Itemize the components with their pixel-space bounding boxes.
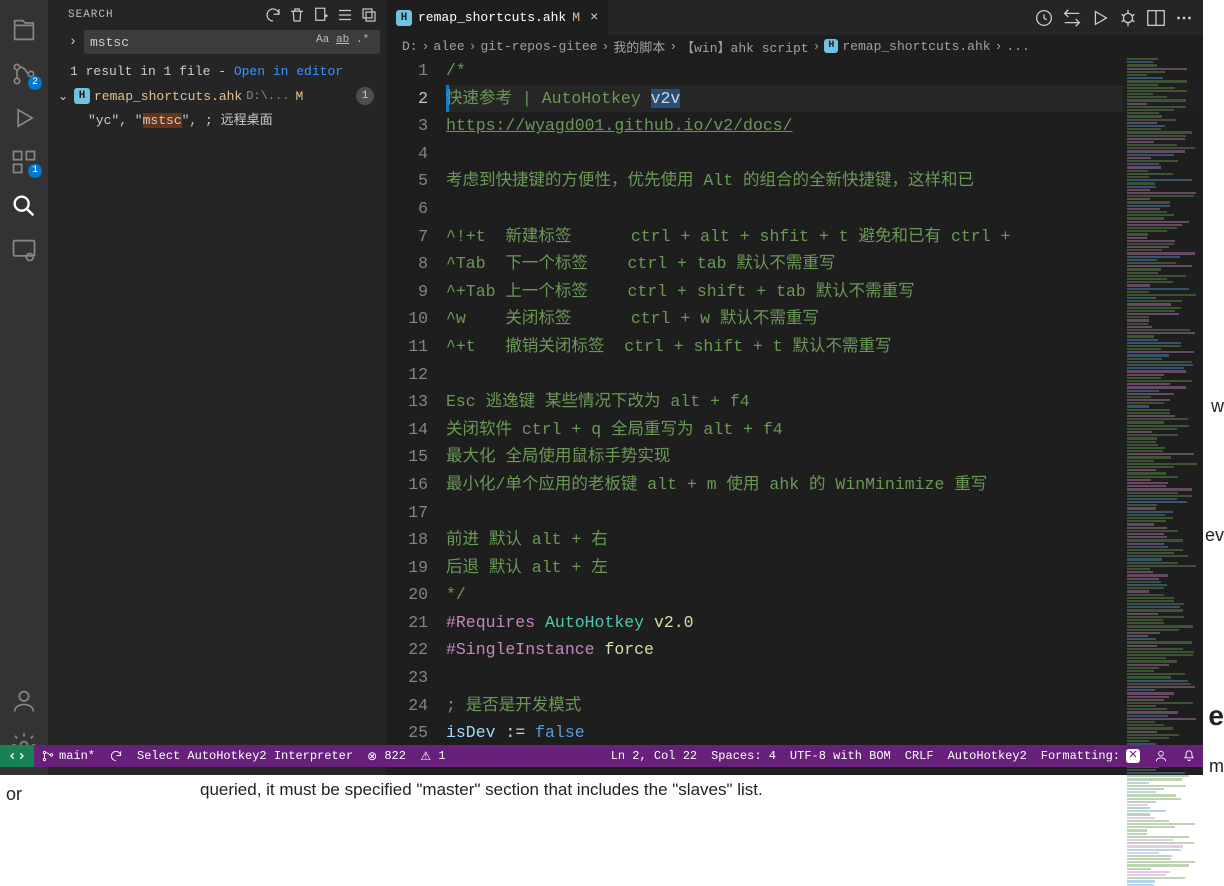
code-content[interactable]: /*快速参考 | AutoHotkey v2vhttps://wyagd001.… <box>446 57 1203 775</box>
remote-explorer-icon[interactable] <box>10 236 38 264</box>
ext-badge: 1 <box>28 164 42 178</box>
crumb[interactable]: git-repos-gitee <box>480 39 597 54</box>
result-file-path: D:\... <box>246 89 289 103</box>
debug-icon[interactable] <box>1117 7 1139 29</box>
regex-icon[interactable]: .* <box>356 34 374 50</box>
result-file-name: remap_shortcuts.ahk <box>94 89 242 104</box>
language-status[interactable]: AutoHotkey2 <box>941 745 1034 767</box>
editor-tab[interactable]: H remap_shortcuts.ahk M × <box>386 0 609 35</box>
run-icon[interactable] <box>1089 7 1111 29</box>
editor-actions <box>1027 7 1203 29</box>
match-highlight: mstsc <box>143 113 182 128</box>
vscode-window: 2 1 1 SEARCH › Aa <box>0 0 1203 775</box>
match-post: ", ; 远程桌面 <box>182 113 273 128</box>
chevron-down-icon: ⌄ <box>56 89 70 104</box>
background-page-text: queried, it must be specified "master" s… <box>200 780 763 800</box>
editor-area: H remap_shortcuts.ahk M × D:› alee› git <box>386 0 1203 775</box>
eol-status[interactable]: CRLF <box>898 745 941 767</box>
bg-fragment: e <box>1208 700 1224 732</box>
indentation-status[interactable]: Spaces: 4 <box>704 745 783 767</box>
encoding-status[interactable]: UTF-8 with BOM <box>783 745 898 767</box>
remote-indicator[interactable] <box>0 745 34 767</box>
notifications-icon[interactable] <box>1175 745 1203 767</box>
file-type-badge: H <box>396 10 412 26</box>
result-match-line[interactable]: "yc", "mstsc", ; 远程桌面 <box>48 107 386 130</box>
formatting-label: Formatting: <box>1041 749 1120 763</box>
explorer-icon[interactable] <box>10 16 38 44</box>
crumb[interactable]: remap_shortcuts.ahk <box>842 39 990 54</box>
search-input[interactable] <box>90 35 314 50</box>
open-in-editor-link[interactable]: Open in editor <box>234 64 343 79</box>
close-icon[interactable]: ✕ <box>1126 749 1140 763</box>
scm-icon[interactable]: 2 <box>10 60 38 88</box>
whole-word-icon[interactable]: ab <box>336 34 354 50</box>
modified-badge: M <box>295 89 303 104</box>
search-input-wrap: Aa ab .* <box>84 30 380 54</box>
status-bar: main* Select AutoHotkey2 Interpreter ⊗ 8… <box>0 745 1203 767</box>
clear-search-icon[interactable] <box>288 6 306 24</box>
view-as-tree-icon[interactable] <box>336 6 354 24</box>
result-count-badge: 1 <box>356 87 374 105</box>
error-icon: ⊗ <box>367 749 377 764</box>
toggle-replace-icon[interactable]: › <box>66 34 80 50</box>
crumb[interactable]: 我的脚本 <box>613 37 665 56</box>
file-type-badge: H <box>74 88 90 104</box>
crumb[interactable]: D: <box>402 39 418 54</box>
interpreter-status[interactable]: Select AutoHotkey2 Interpreter <box>130 745 360 767</box>
branch-name: main* <box>59 749 95 763</box>
breadcrumbs[interactable]: D:› alee› git-repos-gitee› 我的脚本› 【win】ah… <box>386 35 1203 57</box>
sync-icon[interactable] <box>102 745 130 767</box>
bg-fragment: w <box>1211 396 1224 417</box>
split-editor-icon[interactable] <box>1145 7 1167 29</box>
warning-icon: ⚠ <box>420 749 431 764</box>
run-debug-icon[interactable] <box>10 104 38 132</box>
crumb[interactable]: 【win】ahk script <box>681 37 808 56</box>
error-count: 822 <box>384 749 406 763</box>
bg-fragment: m <box>1209 756 1224 777</box>
new-search-editor-icon[interactable] <box>312 6 330 24</box>
git-branch[interactable]: main* <box>34 745 102 767</box>
search-icon[interactable] <box>10 192 38 220</box>
cursor-position[interactable]: Ln 2, Col 22 <box>604 745 704 767</box>
match-case-icon[interactable]: Aa <box>316 34 334 50</box>
extensions-icon[interactable]: 1 <box>10 148 38 176</box>
line-gutter: 1234567891011121314151617181920212223242… <box>386 57 446 775</box>
close-tab-icon[interactable]: × <box>590 10 598 26</box>
crumb[interactable]: ... <box>1006 39 1029 54</box>
minimap[interactable] <box>1123 57 1203 775</box>
bg-fragment: ev <box>1205 525 1224 546</box>
result-file-row[interactable]: ⌄ H remap_shortcuts.ahk D:\... M 1 <box>48 85 386 107</box>
crumb[interactable]: alee <box>433 39 464 54</box>
formatting-status[interactable]: Formatting: ✕ <box>1034 745 1147 767</box>
sidebar-title: SEARCH <box>68 9 258 21</box>
activity-bar: 2 1 1 <box>0 0 48 775</box>
feedback-icon[interactable] <box>1147 745 1175 767</box>
search-sidebar: SEARCH › Aa ab .* 1 result in 1 file - O… <box>48 0 386 775</box>
tab-filename: remap_shortcuts.ahk <box>418 10 566 25</box>
summary-text: 1 result in 1 file - <box>70 64 234 79</box>
sidebar-header: SEARCH <box>48 0 386 30</box>
more-icon[interactable] <box>1173 7 1195 29</box>
tab-modified-badge: M <box>572 10 580 25</box>
match-pre: "yc", " <box>88 113 143 128</box>
search-row: › Aa ab .* <box>48 30 386 58</box>
code-editor[interactable]: 1234567891011121314151617181920212223242… <box>386 57 1203 775</box>
accounts-icon[interactable] <box>10 687 38 715</box>
file-type-badge: H <box>824 39 838 53</box>
bg-fragment: or <box>6 784 22 805</box>
scm-badge: 2 <box>28 76 42 90</box>
warning-count: 1 <box>438 749 445 763</box>
history-icon[interactable] <box>1033 7 1055 29</box>
collapse-all-icon[interactable] <box>360 6 378 24</box>
tab-bar: H remap_shortcuts.ahk M × <box>386 0 1203 35</box>
result-summary: 1 result in 1 file - Open in editor <box>48 58 386 85</box>
problems-status[interactable]: ⊗ 822 ⚠ 1 <box>360 745 452 767</box>
refresh-icon[interactable] <box>264 6 282 24</box>
compare-icon[interactable] <box>1061 7 1083 29</box>
